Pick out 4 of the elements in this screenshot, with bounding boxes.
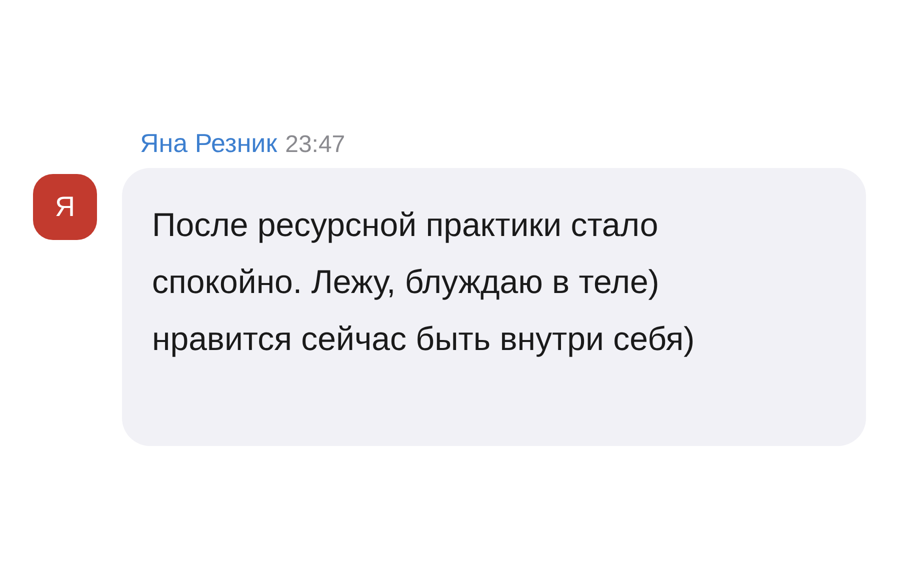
message-time: 23:47 [285, 131, 346, 159]
message-text: После ресурсной практики стало спокойно. Лежу, блуждаю в теле) нравится сейчас быть внутри себя) [152, 205, 696, 359]
author-name[interactable]: Яна Резник [140, 128, 278, 159]
avatar: Я [33, 174, 97, 240]
